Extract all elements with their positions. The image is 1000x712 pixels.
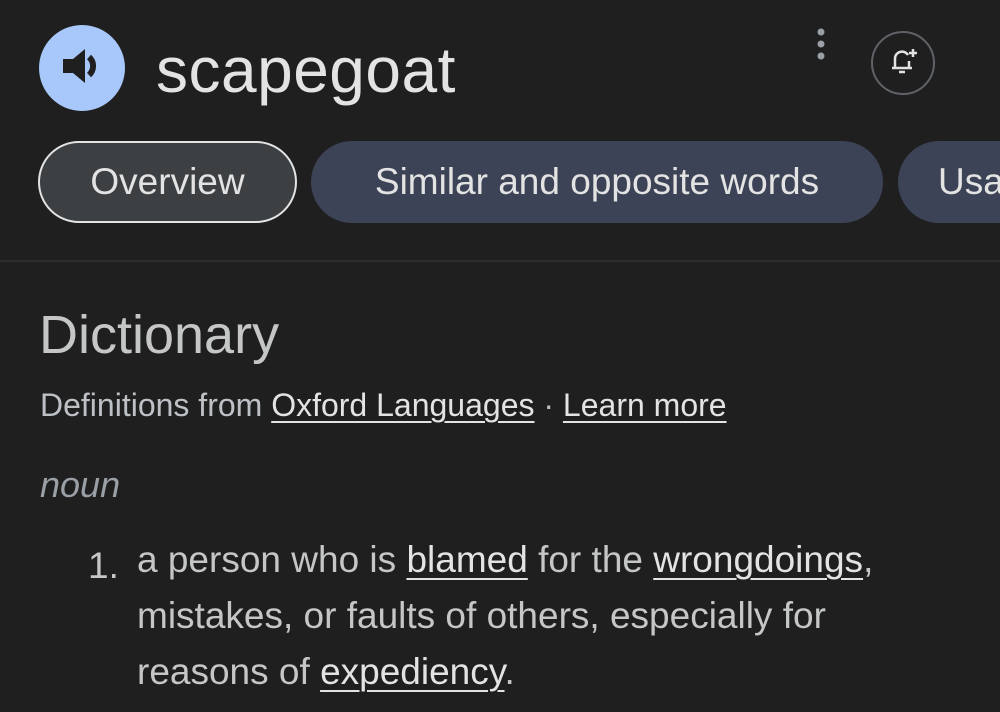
section-title: Dictionary	[39, 305, 280, 365]
definition-text-part: for the	[527, 539, 654, 580]
definition-text-part: a person who is	[137, 539, 407, 580]
source-prefix: Definitions from	[40, 387, 272, 423]
source-separator: ·	[534, 387, 563, 423]
divider	[0, 260, 1000, 262]
definition-text-part: .	[504, 651, 515, 692]
wrongdoings-link[interactable]: wrongdoings	[653, 539, 863, 580]
learn-more-link[interactable]: Learn more	[563, 387, 727, 423]
headword: scapegoat	[156, 34, 456, 106]
oxford-languages-link[interactable]: Oxford Languages	[271, 387, 534, 423]
volume-icon	[60, 46, 104, 91]
definition-text: a person who is blamed for the wrongdoin…	[137, 532, 967, 700]
more-options-button[interactable]	[806, 26, 836, 66]
blamed-link[interactable]: blamed	[406, 539, 527, 580]
source-line: Definitions from Oxford Languages · Lear…	[40, 385, 727, 425]
more-vert-icon	[816, 27, 826, 66]
expediency-link[interactable]: expediency	[320, 651, 504, 692]
tab-overview[interactable]: Overview	[38, 141, 297, 223]
add-alert-icon	[886, 44, 920, 83]
part-of-speech: noun	[40, 464, 121, 505]
pronunciation-button[interactable]	[39, 25, 125, 111]
definition-number: 1.	[88, 545, 119, 586]
tab-similar-and-opposite-words[interactable]: Similar and opposite words	[311, 141, 883, 223]
tab-bar: Overview Similar and opposite words Usa	[38, 141, 1000, 223]
add-alert-button[interactable]	[871, 31, 935, 95]
tab-usage[interactable]: Usa	[898, 141, 1000, 223]
